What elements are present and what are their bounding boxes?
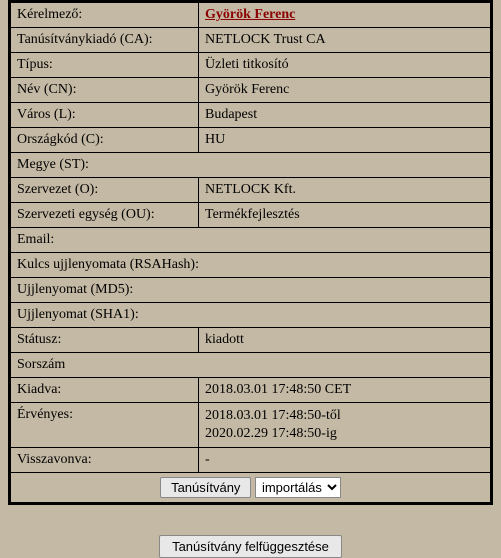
status-label: Státusz:: [11, 328, 199, 353]
rsahash-label: Kulcs ujjlenyomata (RSAHash):: [11, 253, 491, 278]
table-row: Érvényes: 2018.03.01 17:48:50-től 2020.0…: [11, 403, 491, 448]
table-row: Megye (ST):: [11, 153, 491, 178]
issuer-label: Tanúsítványkiadó (CA):: [11, 28, 199, 53]
valid-value: 2018.03.01 17:48:50-től 2020.02.29 17:48…: [199, 403, 491, 448]
md5-label: Ujjlenyomat (MD5):: [11, 278, 491, 303]
suspend-area: Tanúsítvány felfüggesztése: [0, 535, 501, 558]
table-row: Státusz: kiadott: [11, 328, 491, 353]
city-label: Város (L):: [11, 103, 199, 128]
requester-link[interactable]: Györök Ferenc: [205, 7, 295, 22]
valid-from: 2018.03.01 17:48:50-től: [205, 408, 341, 423]
email-label: Email:: [11, 228, 491, 253]
table-row: Szervezet (O): NETLOCK Kft.: [11, 178, 491, 203]
type-label: Típus:: [11, 53, 199, 78]
cn-value: Györök Ferenc: [199, 78, 491, 103]
type-value: Üzleti titkosító: [199, 53, 491, 78]
serial-label: Sorszám: [11, 353, 491, 378]
sha1-label: Ujjlenyomat (SHA1):: [11, 303, 491, 328]
issuer-value: NETLOCK Trust CA: [199, 28, 491, 53]
table-row: Város (L): Budapest: [11, 103, 491, 128]
country-label: Országkód (C):: [11, 128, 199, 153]
issued-value: 2018.03.01 17:48:50 CET: [199, 378, 491, 403]
status-value: kiadott: [199, 328, 491, 353]
certificate-button[interactable]: Tanúsítvány: [160, 477, 251, 498]
table-row: Kiadva: 2018.03.01 17:48:50 CET: [11, 378, 491, 403]
table-row: Típus: Üzleti titkosító: [11, 53, 491, 78]
table-row: Ujjlenyomat (MD5):: [11, 278, 491, 303]
orgunit-label: Szervezeti egység (OU):: [11, 203, 199, 228]
org-value: NETLOCK Kft.: [199, 178, 491, 203]
table-row: Sorszám: [11, 353, 491, 378]
certificate-details-table: Kérelmező: Györök Ferenc Tanúsítványkiad…: [10, 2, 491, 503]
table-row: Országkód (C): HU: [11, 128, 491, 153]
requester-label: Kérelmező:: [11, 3, 199, 28]
table-row: Tanúsítványkiadó (CA): NETLOCK Trust CA: [11, 28, 491, 53]
suspend-certificate-button[interactable]: Tanúsítvány felfüggesztése: [159, 535, 342, 558]
table-row: Név (CN): Györök Ferenc: [11, 78, 491, 103]
state-label: Megye (ST):: [11, 153, 491, 178]
table-row: Kulcs ujjlenyomata (RSAHash):: [11, 253, 491, 278]
table-row: Szervezeti egység (OU): Termékfejlesztés: [11, 203, 491, 228]
city-value: Budapest: [199, 103, 491, 128]
orgunit-value: Termékfejlesztés: [199, 203, 491, 228]
revoked-value: -: [199, 448, 491, 473]
table-row: Kérelmező: Györök Ferenc: [11, 3, 491, 28]
country-value: HU: [199, 128, 491, 153]
cn-label: Név (CN):: [11, 78, 199, 103]
certificate-details-frame: Kérelmező: Györök Ferenc Tanúsítványkiad…: [8, 0, 493, 505]
valid-to: 2020.02.29 17:48:50-ig: [205, 426, 337, 441]
revoked-label: Visszavonva:: [11, 448, 199, 473]
table-row: Ujjlenyomat (SHA1):: [11, 303, 491, 328]
valid-label: Érvényes:: [11, 403, 199, 448]
org-label: Szervezet (O):: [11, 178, 199, 203]
table-row: Email:: [11, 228, 491, 253]
table-row: Tanúsítvány importálás: [11, 473, 491, 503]
table-row: Visszavonva: -: [11, 448, 491, 473]
issued-label: Kiadva:: [11, 378, 199, 403]
action-cell: Tanúsítvány importálás: [11, 473, 491, 503]
action-select[interactable]: importálás: [255, 477, 341, 498]
